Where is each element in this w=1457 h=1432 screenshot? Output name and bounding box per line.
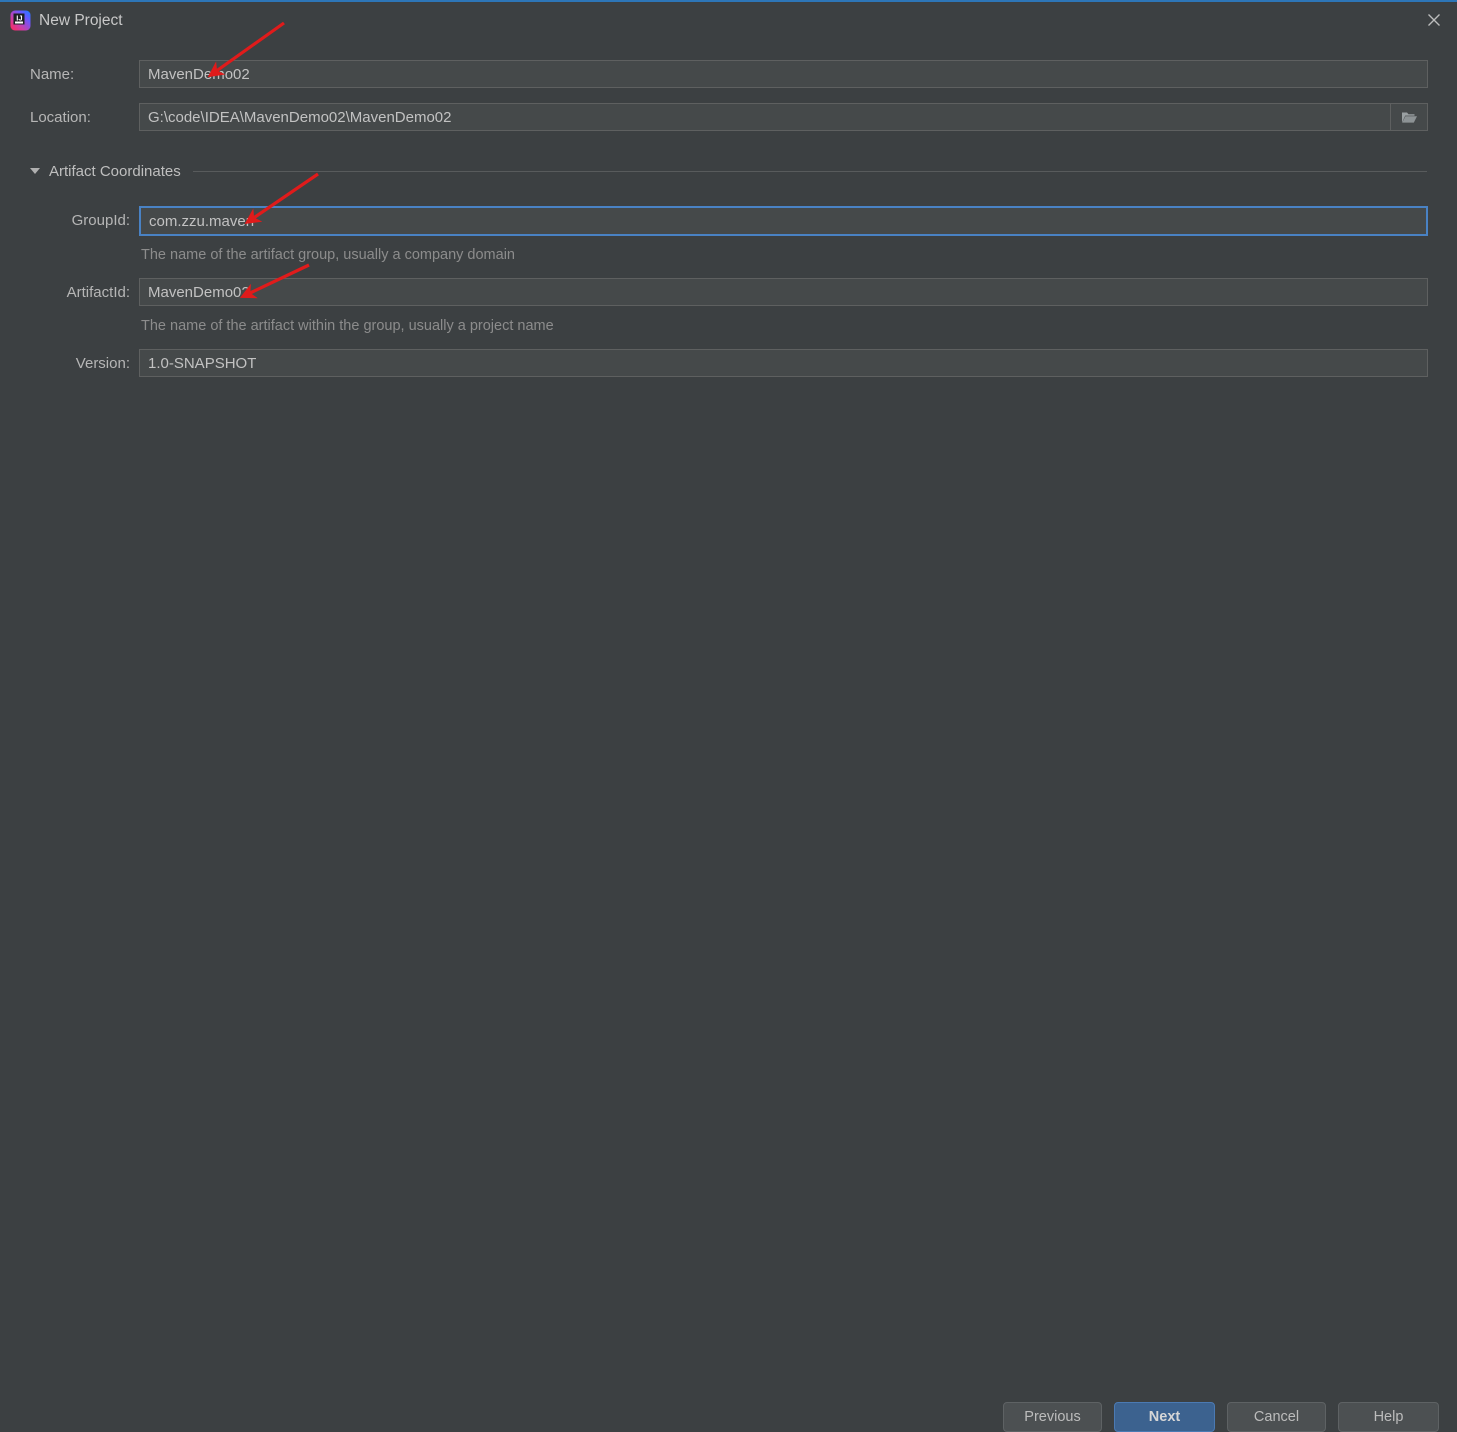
groupid-input[interactable]: com.zzu.maven xyxy=(139,206,1428,236)
folder-icon[interactable] xyxy=(1391,103,1428,131)
dialog-title: New Project xyxy=(39,10,123,31)
artifact-coordinates-section-header[interactable]: Artifact Coordinates xyxy=(30,160,1427,182)
svg-text:IJ: IJ xyxy=(16,14,22,23)
title-bar: IJ New Project xyxy=(0,2,1457,40)
version-input[interactable]: 1.0-SNAPSHOT xyxy=(139,349,1428,377)
new-project-dialog: IJ New Project Name: MavenDemo02 Locatio… xyxy=(0,0,1457,752)
intellij-idea-icon: IJ xyxy=(10,10,31,31)
artifactid-input-value: MavenDemo02 xyxy=(140,284,250,301)
section-divider xyxy=(193,171,1427,172)
help-button[interactable]: Help xyxy=(1338,1402,1439,1432)
groupid-hint: The name of the artifact group, usually … xyxy=(141,246,515,264)
name-label: Name: xyxy=(30,65,74,85)
groupid-input-value: com.zzu.maven xyxy=(141,213,254,230)
name-input-value: MavenDemo02 xyxy=(140,66,250,83)
name-input[interactable]: MavenDemo02 xyxy=(139,60,1428,88)
artifactid-hint: The name of the artifact within the grou… xyxy=(141,317,554,335)
version-input-value: 1.0-SNAPSHOT xyxy=(140,355,256,372)
next-button[interactable]: Next xyxy=(1114,1402,1215,1432)
cancel-button[interactable]: Cancel xyxy=(1227,1402,1326,1432)
groupid-label: GroupId: xyxy=(0,211,130,231)
triangle-down-icon xyxy=(30,168,40,174)
close-icon[interactable] xyxy=(1411,2,1457,38)
location-input[interactable]: G:\code\IDEA\MavenDemo02\MavenDemo02 xyxy=(139,103,1391,131)
artifactid-input[interactable]: MavenDemo02 xyxy=(139,278,1428,306)
location-input-value: G:\code\IDEA\MavenDemo02\MavenDemo02 xyxy=(140,109,451,126)
location-label: Location: xyxy=(30,108,91,128)
version-label: Version: xyxy=(0,354,130,374)
previous-button[interactable]: Previous xyxy=(1003,1402,1102,1432)
artifactid-label: ArtifactId: xyxy=(0,283,130,303)
dialog-footer: Previous Next Cancel Help xyxy=(0,692,1457,752)
artifact-coordinates-label: Artifact Coordinates xyxy=(49,163,181,180)
